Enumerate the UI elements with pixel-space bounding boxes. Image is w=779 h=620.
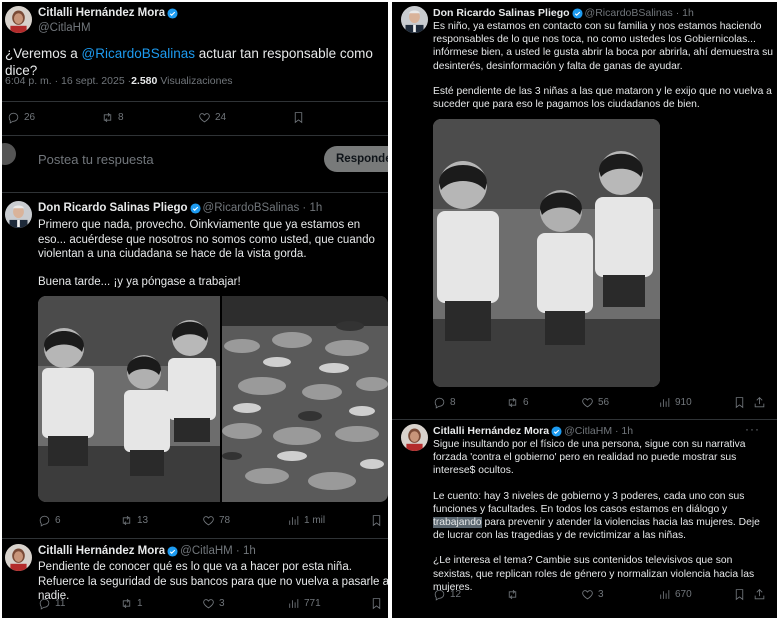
tweet-text: Sigue insultando por el físico de una pe… [433, 439, 760, 593]
retweet-button[interactable] [506, 588, 519, 601]
bookmark-icon [372, 515, 381, 527]
photo-three-girls[interactable] [38, 296, 220, 502]
verified-badge-icon [551, 425, 562, 437]
share-button[interactable] [753, 396, 766, 409]
share-icon [754, 397, 765, 408]
bookmark-icon [294, 112, 303, 124]
retweet-button[interactable]: 8 [101, 111, 124, 124]
author-handle[interactable]: @CitlaHM [38, 22, 91, 34]
author-handle[interactable]: @RicardoBSalinas · 1h [203, 202, 323, 214]
bookmark-icon [372, 598, 381, 610]
author-handle[interactable]: @RicardoBSalinas · 1h [585, 7, 694, 19]
retweet-icon [508, 397, 517, 408]
author-name[interactable]: Citlalli Hernández Mora [38, 545, 165, 557]
bookmark-icon [735, 397, 744, 409]
reply-button[interactable]: 8 [433, 396, 456, 409]
bookmark-icon [735, 589, 744, 601]
analytics-icon [289, 516, 299, 525]
reply-submit-button[interactable]: Responder [324, 146, 388, 172]
photo-three-girls[interactable] [433, 119, 660, 387]
highlighted-word: trabajando [433, 517, 482, 529]
avatar-ricardo[interactable] [401, 6, 428, 33]
author-name[interactable]: Citlalli Hernández Mora [38, 7, 165, 19]
views-button[interactable]: 771 [287, 597, 321, 610]
reply-button[interactable]: 12 [433, 588, 461, 601]
heart-icon [199, 113, 210, 123]
reply-icon [434, 589, 445, 601]
views-count: 2.580 [131, 75, 158, 87]
views-button[interactable]: 670 [658, 588, 692, 601]
reply-text: Primero que nada, provecho. Oinkviamente… [38, 219, 375, 288]
verified-badge-icon [571, 7, 583, 19]
heart-icon [203, 516, 214, 526]
analytics-icon [660, 590, 670, 599]
author-name[interactable]: Citlalli Hernández Mora [433, 425, 549, 437]
author-name[interactable]: Don Ricardo Salinas Pliego [433, 7, 570, 19]
compose-avatar [2, 143, 16, 165]
bookmark-button[interactable] [733, 396, 746, 409]
reply-button[interactable]: 6 [38, 514, 61, 527]
heart-icon [203, 599, 214, 609]
verified-badge-icon [190, 202, 201, 214]
retweet-icon [122, 598, 131, 609]
reply-button[interactable]: 26 [7, 111, 35, 124]
author-name[interactable]: Don Ricardo Salinas Pliego [38, 202, 188, 214]
bookmark-button[interactable] [370, 514, 383, 527]
analytics-icon [660, 398, 670, 407]
more-options-icon[interactable]: ··· [745, 422, 760, 436]
heart-icon [582, 398, 593, 408]
avatar-citlalli[interactable] [5, 6, 32, 33]
bookmark-button[interactable] [733, 588, 746, 601]
analytics-icon [289, 599, 299, 608]
like-button[interactable]: 78 [202, 514, 230, 527]
reply-icon [39, 515, 50, 527]
tweet-text: Es niño, ya estamos en contacto con su f… [433, 21, 773, 111]
share-button[interactable] [753, 588, 766, 601]
reply-icon [8, 112, 19, 124]
author-handle[interactable]: @CitlaHM · 1h [180, 545, 256, 557]
reply-button[interactable]: 11 [38, 597, 65, 610]
main-tweet-text: ¿Veremos a @RicardoBSalinas actuar tan r… [5, 46, 373, 78]
retweet-button[interactable]: 1 [120, 597, 143, 610]
retweet-button[interactable]: 6 [506, 396, 529, 409]
share-icon [754, 589, 765, 600]
views-button[interactable]: 1 mil [287, 514, 325, 527]
like-button[interactable]: 3 [581, 588, 604, 601]
tweet-metadata: 6:04 p. m. · 16 sept. 2025 · 2.580 Visual… [5, 75, 233, 87]
avatar-citlalli[interactable] [5, 544, 32, 571]
reply-icon [39, 598, 50, 610]
avatar-ricardo[interactable] [5, 201, 32, 228]
views-button[interactable]: 910 [658, 396, 692, 409]
photo-pile-of-shoes[interactable] [222, 296, 388, 502]
mention-link[interactable]: @RicardoBSalinas [82, 46, 196, 61]
verified-badge-icon [167, 7, 178, 19]
bookmark-button[interactable] [370, 597, 383, 610]
timestamp[interactable]: 6:04 p. m. · 16 sept. 2025 · [5, 75, 131, 87]
author-handle[interactable]: @CitlaHM · 1h [564, 425, 633, 437]
bookmark-button[interactable] [292, 111, 305, 124]
like-button[interactable]: 3 [202, 597, 225, 610]
heart-icon [582, 590, 593, 600]
like-button[interactable]: 24 [198, 111, 226, 124]
avatar-citlalli[interactable] [401, 424, 428, 451]
retweet-button[interactable]: 13 [120, 514, 148, 527]
reply-input[interactable]: Postea tu respuesta [38, 152, 154, 167]
retweet-icon [122, 515, 131, 526]
left-screenshot-panel: Citlalli Hernández Mora @CitlaHM ¿Veremo… [2, 2, 388, 618]
reply-icon [434, 397, 445, 409]
right-screenshot-panel: Don Ricardo Salinas Pliego @RicardoBSali… [392, 2, 777, 618]
retweet-icon [103, 112, 112, 123]
like-button[interactable]: 56 [581, 396, 609, 409]
views-label: Visualizaciones [160, 75, 233, 87]
verified-badge-icon [167, 545, 178, 557]
retweet-icon [508, 589, 517, 600]
